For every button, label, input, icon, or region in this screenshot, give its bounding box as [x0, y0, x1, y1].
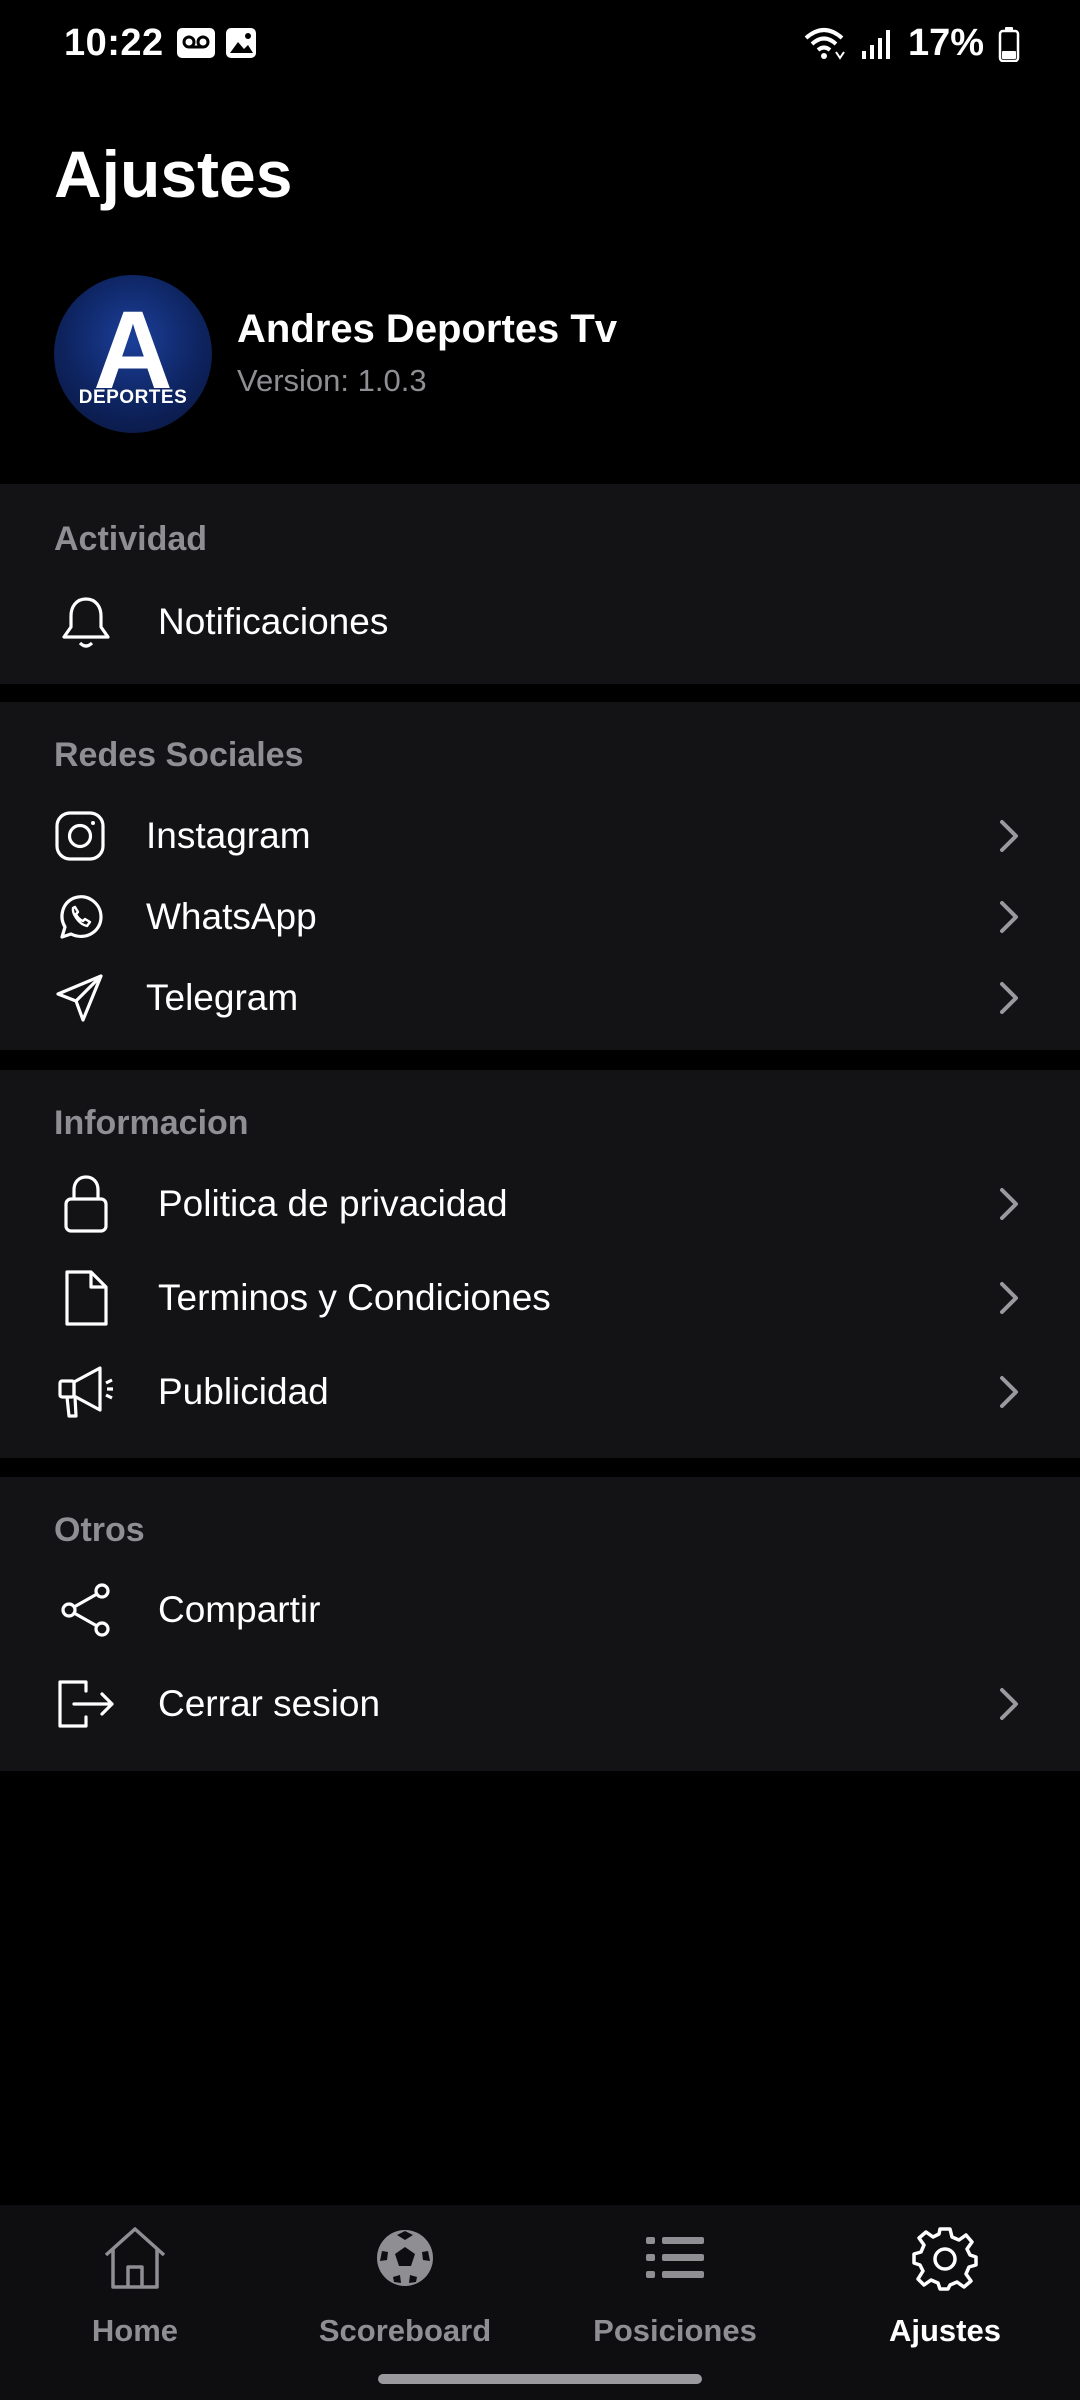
row-label: Instagram	[146, 815, 311, 856]
section-redes-sociales: Redes Sociales Instagram WhatsApp Telegr…	[0, 702, 1080, 1050]
section-title: Redes Sociales	[54, 736, 304, 774]
row-label: Telegram	[146, 977, 299, 1018]
nav-ajustes[interactable]: Ajustes	[810, 2223, 1080, 2373]
row-politica-privacidad[interactable]: Politica de privacidad	[0, 1164, 1080, 1244]
row-label: WhatsApp	[146, 896, 317, 937]
nav-posiciones[interactable]: Posiciones	[540, 2223, 810, 2373]
chevron-right-icon	[1000, 901, 1018, 933]
document-icon	[56, 1268, 116, 1328]
bottom-navigation: Home Scoreboard Posiciones Ajustes	[0, 2205, 1080, 2400]
chevron-right-icon	[1000, 982, 1018, 1014]
page-title: Ajustes	[54, 137, 293, 211]
row-compartir[interactable]: Compartir	[0, 1570, 1080, 1650]
battery-icon	[998, 26, 1020, 62]
row-label: Publicidad	[158, 1371, 329, 1412]
nav-home[interactable]: Home	[0, 2223, 270, 2373]
nav-label: Scoreboard	[318, 2313, 492, 2348]
chevron-right-icon	[1000, 1688, 1018, 1720]
section-informacion: Informacion Politica de privacidad Termi…	[0, 1070, 1080, 1458]
whatsapp-icon	[50, 887, 110, 947]
gallery-icon	[224, 26, 258, 65]
app-profile: A DEPORTES Andres Deportes Tv Version: 1…	[54, 275, 1034, 435]
row-label: Cerrar sesion	[158, 1683, 381, 1724]
status-right: 17%	[802, 22, 1020, 65]
row-terminos-condiciones[interactable]: Terminos y Condiciones	[0, 1258, 1080, 1338]
voicemail-icon	[176, 26, 216, 65]
chevron-right-icon	[1000, 1376, 1018, 1408]
row-label: Compartir	[158, 1589, 321, 1630]
wifi-icon	[804, 27, 845, 60]
megaphone-icon	[56, 1362, 116, 1422]
status-bar: 10:22 17%	[0, 0, 1080, 90]
signal-icon	[861, 29, 890, 59]
section-title: Informacion	[54, 1104, 249, 1142]
row-cerrar-sesion[interactable]: Cerrar sesion	[0, 1664, 1080, 1744]
soccer-ball-icon	[377, 2230, 433, 2286]
nav-label: Home	[91, 2313, 179, 2348]
row-label: Politica de privacidad	[158, 1183, 508, 1224]
chevron-right-icon	[1000, 1188, 1018, 1220]
section-title: Actividad	[54, 520, 208, 558]
row-label: Terminos y Condiciones	[158, 1277, 551, 1318]
app-logo: A DEPORTES	[54, 275, 212, 433]
telegram-icon	[50, 968, 110, 1028]
gear-icon	[912, 2227, 978, 2291]
app-version: Version: 1.0.3	[237, 363, 427, 398]
logout-icon	[56, 1674, 116, 1734]
list-icon	[646, 2237, 704, 2278]
bell-icon	[56, 592, 116, 652]
row-notificaciones[interactable]: Notificaciones	[0, 582, 1080, 662]
section-actividad: Actividad Notificaciones	[0, 484, 1080, 684]
section-otros: Otros Compartir Cerrar sesion	[0, 1477, 1080, 1771]
home-icon	[104, 2227, 166, 2289]
row-publicidad[interactable]: Publicidad	[0, 1352, 1080, 1432]
row-label: Notificaciones	[158, 601, 389, 642]
chevron-right-icon	[1000, 820, 1018, 852]
battery-percent: 17%	[907, 22, 984, 64]
app-name: Andres Deportes Tv	[237, 307, 618, 351]
nav-label: Posiciones	[593, 2313, 757, 2348]
lock-icon	[56, 1174, 116, 1234]
row-whatsapp[interactable]: WhatsApp	[0, 877, 1080, 957]
nav-label: Ajustes	[889, 2313, 1001, 2348]
row-instagram[interactable]: Instagram	[0, 796, 1080, 876]
status-time: 10:22	[64, 22, 164, 64]
logo-subtitle: DEPORTES	[78, 387, 188, 408]
section-title: Otros	[54, 1511, 145, 1549]
home-indicator[interactable]	[378, 2374, 702, 2384]
share-icon	[56, 1580, 116, 1640]
instagram-icon	[50, 806, 110, 866]
nav-scoreboard[interactable]: Scoreboard	[270, 2223, 540, 2373]
row-telegram[interactable]: Telegram	[0, 958, 1080, 1038]
chevron-right-icon	[1000, 1282, 1018, 1314]
